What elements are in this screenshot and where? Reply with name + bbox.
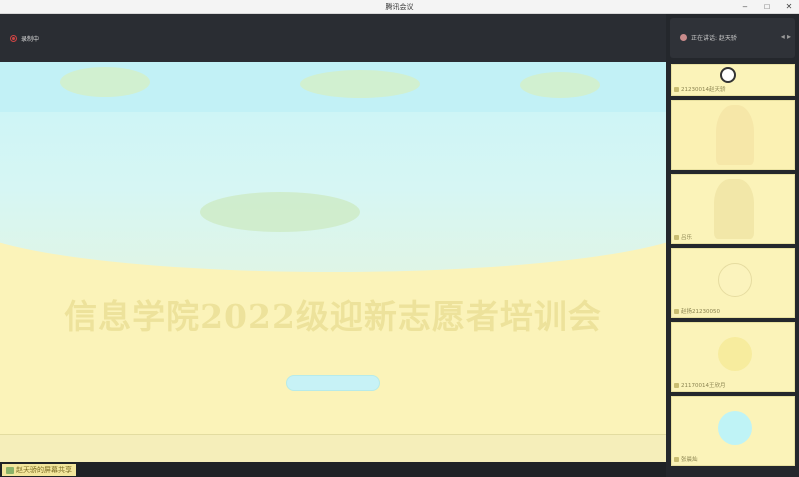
- participant-tile[interactable]: [671, 100, 795, 170]
- window-controls: – □ ✕: [739, 1, 795, 13]
- avatar: [718, 411, 752, 445]
- slide-footer-bar: [0, 434, 666, 462]
- recording-label: 录制中: [21, 36, 40, 43]
- mic-icon: [674, 235, 679, 240]
- window-title: 腾讯会议: [385, 3, 414, 11]
- leaf-decoration: [300, 70, 420, 98]
- recording-indicator[interactable]: 录制中: [10, 34, 39, 43]
- mic-icon: [674, 383, 679, 388]
- participant-video: [716, 105, 754, 165]
- minimize-button[interactable]: –: [739, 1, 751, 13]
- meeting-window: 腾讯会议 – □ ✕ 录制中 信息学院2022级迎新志愿者培训会 赵天骄的屏幕共…: [0, 0, 799, 477]
- participant-tile[interactable]: 张晨灿: [671, 396, 795, 466]
- meeting-top-bar: 录制中: [0, 14, 666, 62]
- title-bar: 腾讯会议 – □ ✕: [0, 0, 799, 14]
- leaf-decoration: [60, 67, 150, 97]
- avatar: [720, 67, 736, 83]
- record-icon: [10, 35, 17, 42]
- participant-name: 21230014赵天骄: [674, 85, 726, 93]
- participant-tile[interactable]: 21170014王欣月: [671, 322, 795, 392]
- shared-screen: 信息学院2022级迎新志愿者培训会: [0, 62, 666, 462]
- participant-tile[interactable]: 21230014赵天骄: [671, 64, 795, 96]
- participant-name: 张晨灿: [674, 455, 698, 463]
- slide-subtitle-pill: [286, 375, 380, 391]
- participant-name: 赵扬21230050: [674, 307, 720, 315]
- speaking-indicator: 正在讲话: 赵天骄 ◂ ▸: [670, 18, 795, 58]
- screen-share-label: 赵天骄的屏幕共享: [2, 464, 76, 476]
- participant-panel: 正在讲话: 赵天骄 ◂ ▸ 21230014赵天骄 吕乐 赵扬21230050 …: [666, 14, 799, 477]
- maximize-button[interactable]: □: [761, 1, 773, 13]
- close-button[interactable]: ✕: [783, 1, 795, 13]
- participant-name: 吕乐: [674, 233, 692, 241]
- leaf-decoration: [200, 192, 360, 232]
- avatar: [718, 263, 752, 297]
- mic-icon: [674, 87, 679, 92]
- mic-icon: [674, 309, 679, 314]
- screen-share-text: 赵天骄的屏幕共享: [16, 466, 72, 474]
- avatar: [718, 337, 752, 371]
- slide-title: 信息学院2022级迎新志愿者培训会: [64, 297, 602, 336]
- leaf-decoration: [520, 72, 600, 98]
- participant-tile[interactable]: 吕乐: [671, 174, 795, 244]
- speaking-label: 正在讲话: 赵天骄: [691, 35, 737, 42]
- participant-tile[interactable]: 赵扬21230050: [671, 248, 795, 318]
- mic-icon: [674, 457, 679, 462]
- screen-share-icon: [6, 466, 14, 474]
- panel-controls-icon[interactable]: ◂ ▸: [781, 32, 791, 41]
- participant-video: [714, 179, 754, 239]
- participant-name: 21170014王欣月: [674, 381, 726, 389]
- avatar: [680, 34, 687, 41]
